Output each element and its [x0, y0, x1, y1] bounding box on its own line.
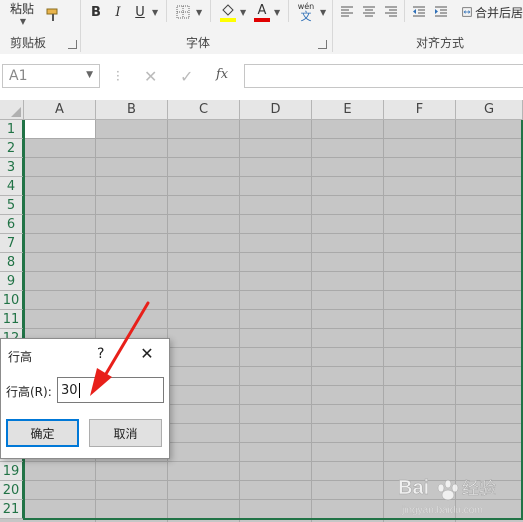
annotation-arrow — [90, 301, 150, 396]
baidu-watermark-logo: Bai 经验 jingyan.baidu.com — [398, 477, 497, 516]
svg-text:经验: 经验 — [462, 479, 496, 499]
svg-text:Bai: Bai — [398, 477, 429, 499]
svg-text:jingyan.baidu.com: jingyan.baidu.com — [401, 505, 483, 516]
